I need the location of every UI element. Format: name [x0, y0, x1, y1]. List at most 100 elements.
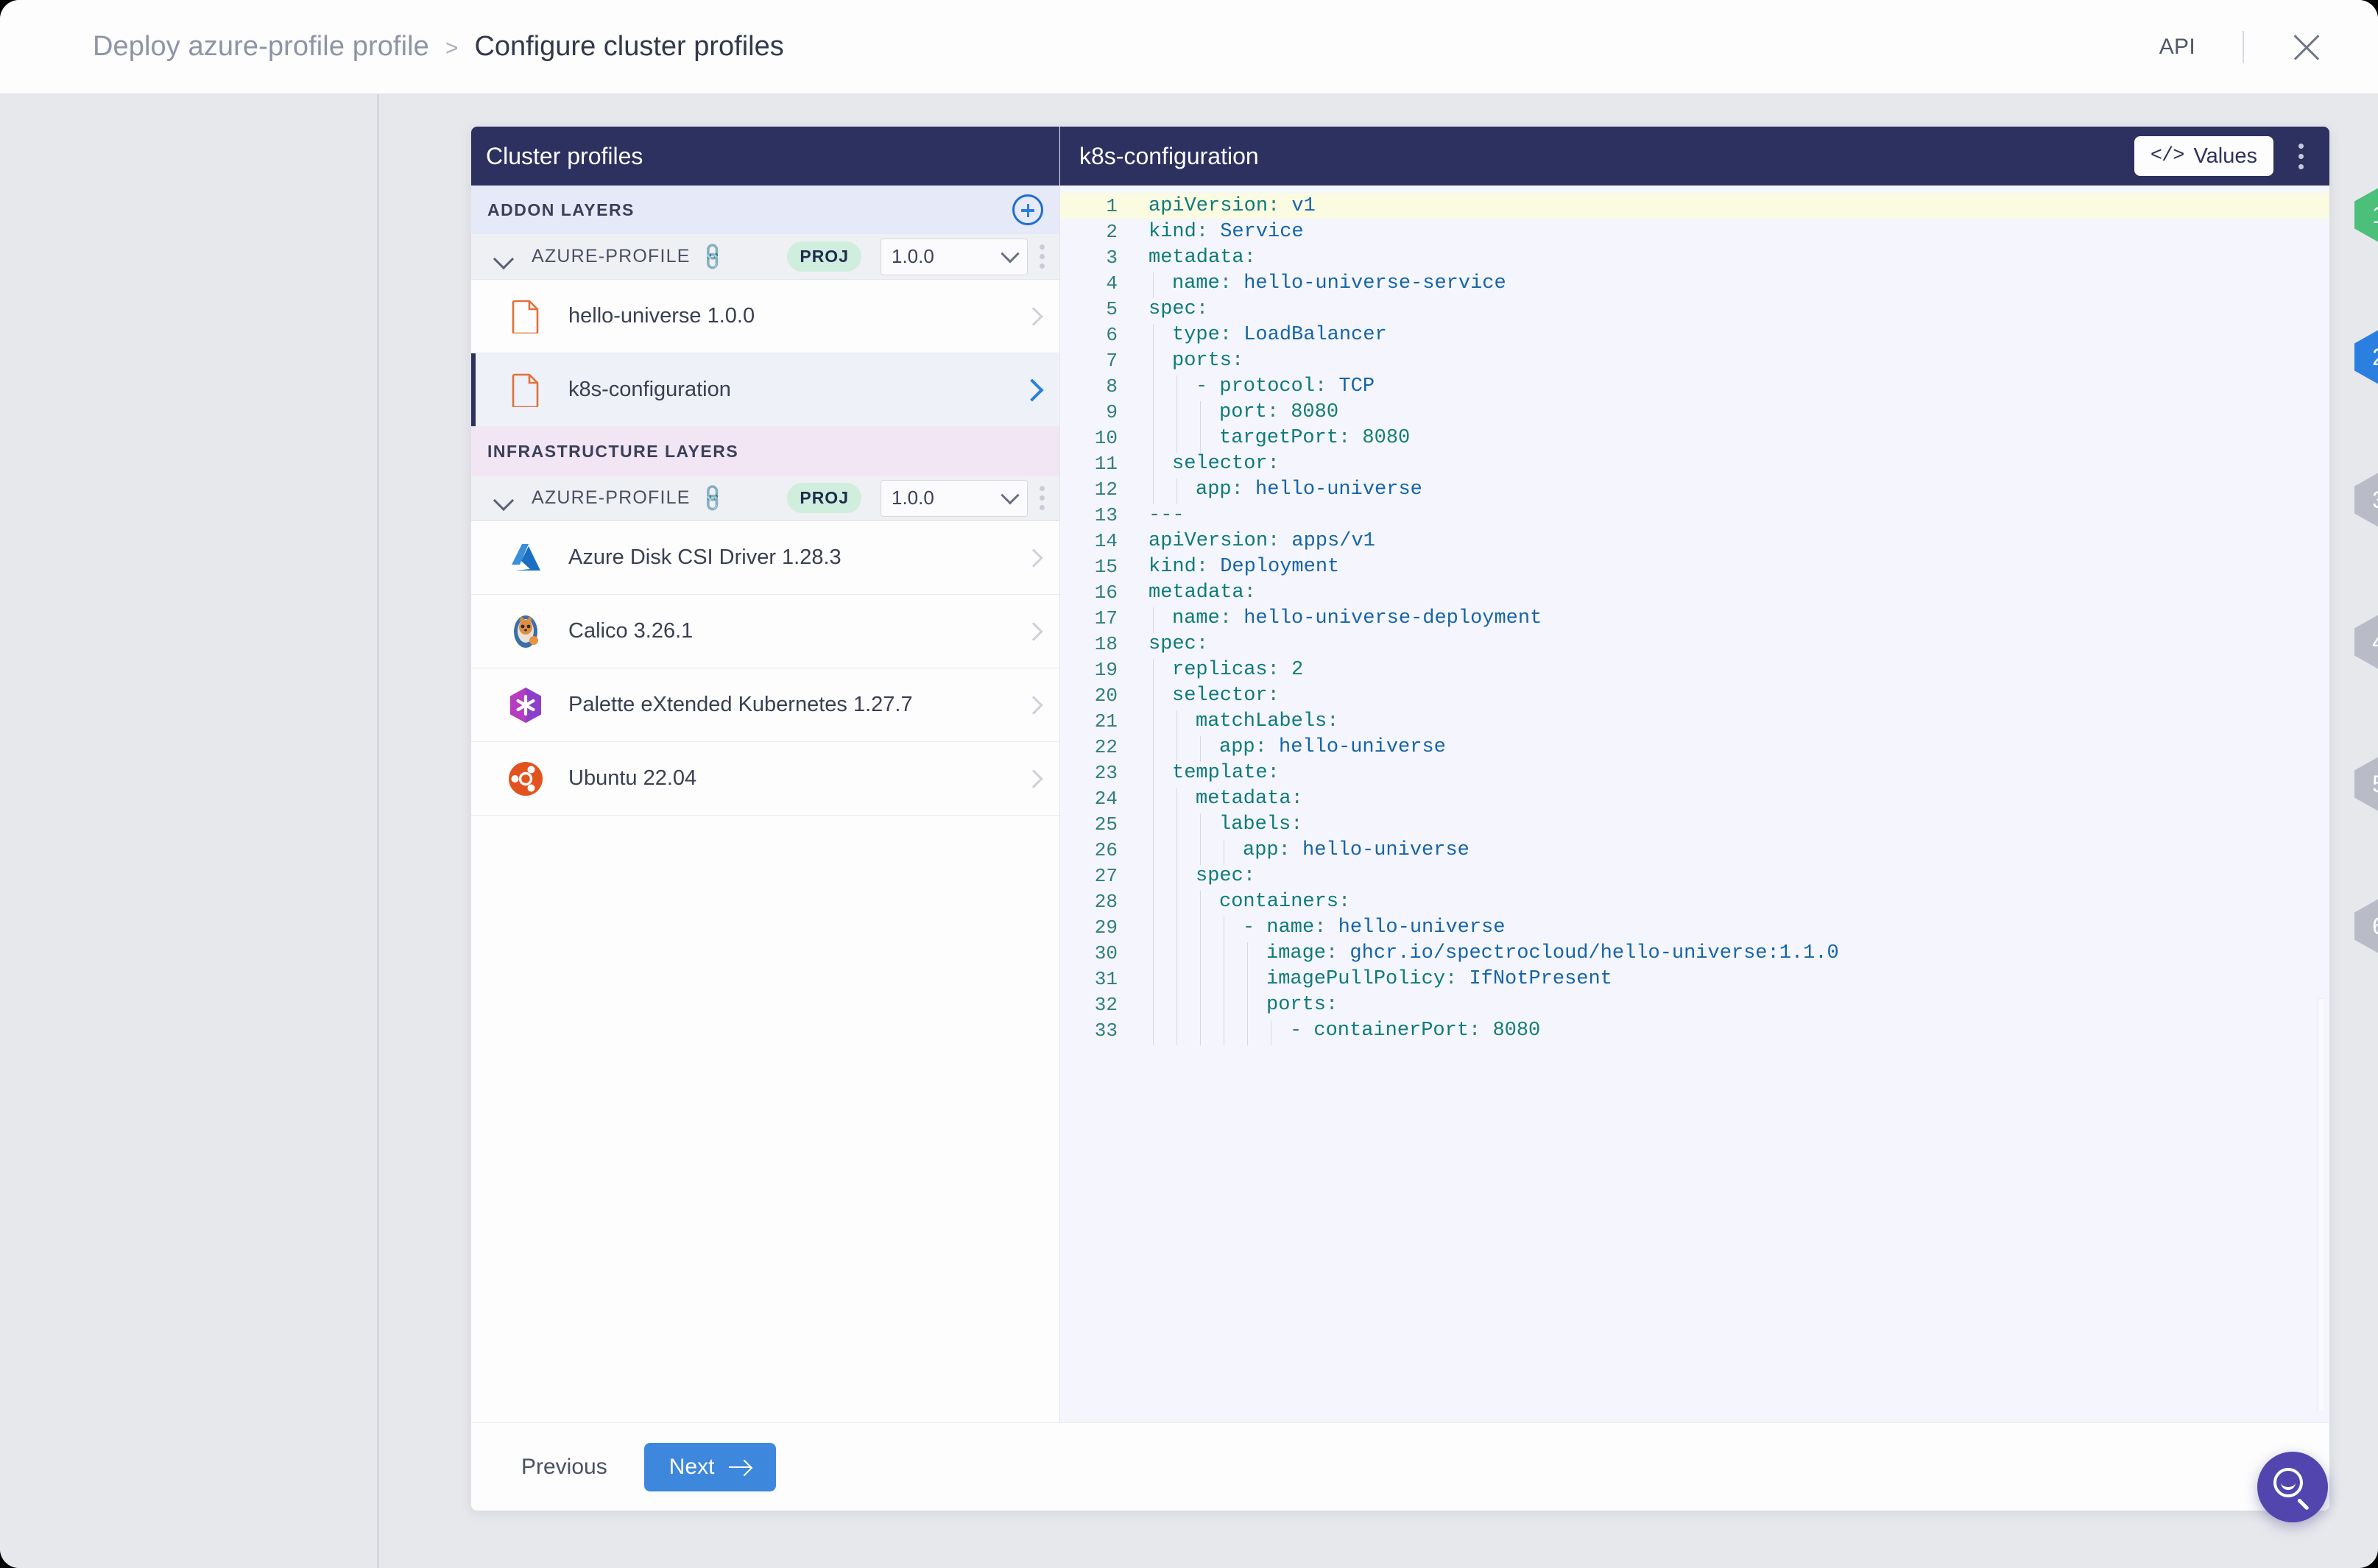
line-number: 32	[1094, 993, 1118, 1016]
wizard-rail-line	[377, 94, 379, 1568]
yaml-code-editor[interactable]: 1 apiVersion: v1 2 kind: Service 3 metadata: 4…	[1060, 186, 2329, 1422]
chevron-down-icon[interactable]	[495, 493, 512, 503]
code-line: 15 kind: Deployment	[1060, 554, 2329, 579]
code-text: - name: hello-universe	[1131, 916, 1505, 942]
wizard-step-4-badge: 4	[2354, 615, 2378, 669]
search-help-icon[interactable]	[2257, 1452, 2328, 1522]
code-line: 33 - containerPort: 8080	[1060, 1017, 2329, 1045]
addon-profile-kebab-menu-icon[interactable]	[1040, 244, 1045, 269]
code-text: ports:	[1131, 349, 1243, 375]
code-text: spec:	[1149, 297, 1209, 320]
code-line: 1 apiVersion: v1	[1060, 193, 2329, 219]
line-number: 5	[1106, 297, 1118, 320]
code-line: 11 selector:	[1060, 451, 2329, 478]
breadcrumb: Deploy azure-profile profile > Configure…	[0, 31, 784, 63]
code-text: port: 8080	[1131, 400, 1338, 427]
line-number: 31	[1094, 967, 1118, 990]
line-number: 3	[1106, 246, 1118, 269]
values-button[interactable]: </> Values	[2134, 136, 2273, 176]
wizard-step-5-badge: 5	[2354, 757, 2378, 811]
code-line: 5 spec:	[1060, 296, 2329, 322]
code-line: 9 port: 8080	[1060, 399, 2329, 427]
next-button-label: Next	[668, 1454, 715, 1479]
chevron-down-icon[interactable]	[495, 252, 512, 261]
breadcrumb-parent[interactable]: Deploy azure-profile profile	[93, 31, 429, 63]
code-text: ---	[1149, 504, 1185, 526]
line-number: 13	[1094, 504, 1118, 526]
editor-kebab-menu-icon[interactable]	[2288, 143, 2313, 169]
previous-button[interactable]: Previous	[504, 1455, 625, 1480]
line-number: 23	[1094, 761, 1118, 784]
chevron-down-icon	[1001, 244, 1020, 263]
line-number: 2	[1106, 220, 1118, 243]
plus-circle-icon[interactable]	[1012, 194, 1043, 225]
infrastructure-layer-palette-extended-kubernetes[interactable]: Palette eXtended Kubernetes 1.27.7	[471, 668, 1059, 742]
code-line: 8 - protocol: TCP	[1060, 373, 2329, 401]
api-link[interactable]: API	[2159, 35, 2195, 60]
addon-layers-label: ADDON LAYERS	[487, 199, 635, 219]
addon-profile-version-value: 1.0.0	[892, 245, 934, 267]
addon-layer-k8s-configuration[interactable]: k8s-configuration	[471, 353, 1059, 427]
infrastructure-profile-version-select[interactable]: 1.0.0	[881, 479, 1028, 517]
code-line: 23 template:	[1060, 760, 2329, 788]
code-line: 12 app: hello-universe	[1060, 476, 2329, 504]
wizard-step-1-badge: 1	[2354, 188, 2378, 242]
code-line: 6 type: LoadBalancer	[1060, 322, 2329, 350]
line-number: 4	[1106, 272, 1118, 294]
code-brackets-icon: </>	[2150, 145, 2185, 167]
addon-layers-section-header: ADDON LAYERS	[471, 186, 1059, 234]
line-number: 29	[1094, 916, 1118, 939]
code-line: 18 spec:	[1060, 631, 2329, 657]
code-text: replicas: 2	[1131, 658, 1303, 685]
values-button-label: Values	[2193, 144, 2257, 168]
infrastructure-layers-section-header: INFRASTRUCTURE LAYERS	[471, 427, 1059, 476]
code-text: name: hello-universe-deployment	[1131, 607, 1542, 633]
infrastructure-profile-version-value: 1.0.0	[892, 487, 934, 509]
card-body: Cluster profiles ADDON LAYERS AZURE-PROF…	[471, 127, 2329, 1422]
code-line: 14 apiVersion: apps/v1	[1060, 528, 2329, 554]
code-text: imagePullPolicy: IfNotPresent	[1131, 967, 1612, 994]
line-number: 19	[1094, 658, 1118, 681]
magnifier-glyph	[2272, 1466, 2313, 1511]
code-text: spec:	[1149, 632, 1209, 655]
addon-profile-row[interactable]: AZURE-PROFILE 🔗 PROJ 1.0.0	[471, 234, 1059, 280]
wizard-step-6-badge: 6	[2354, 899, 2378, 953]
code-line: 13 ---	[1060, 502, 2329, 528]
infrastructure-layer-azure-disk-csi-driver[interactable]: Azure Disk CSI Driver 1.28.3	[471, 521, 1059, 595]
line-number: 9	[1106, 400, 1118, 423]
infrastructure-layer-calico[interactable]: Calico 3.26.1	[471, 595, 1059, 668]
link-icon[interactable]: 🔗	[696, 481, 729, 515]
line-number: 30	[1094, 942, 1118, 964]
chevron-down-icon	[1001, 485, 1020, 504]
code-text: - containerPort: 8080	[1131, 1019, 1540, 1045]
infrastructure-profile-kebab-menu-icon[interactable]	[1040, 486, 1045, 510]
arrow-right-icon	[729, 1461, 752, 1474]
ubuntu-icon	[507, 761, 545, 797]
wizard-rail	[0, 94, 377, 1568]
chevron-right-icon	[1024, 621, 1043, 641]
wizard-step-3-badge: 3	[2354, 473, 2378, 527]
addon-profile-name: AZURE-PROFILE	[532, 246, 691, 266]
next-button[interactable]: Next	[643, 1442, 777, 1491]
infrastructure-profile-row[interactable]: AZURE-PROFILE 🔗 PROJ 1.0.0	[471, 476, 1059, 521]
code-line: 28 containers:	[1060, 889, 2329, 917]
infrastructure-layers-label: INFRASTRUCTURE LAYERS	[487, 441, 739, 461]
link-icon[interactable]: 🔗	[696, 240, 729, 273]
app-window: Deploy azure-profile profile > Configure…	[0, 0, 2378, 1568]
addon-layer-hello-universe[interactable]: hello-universe 1.0.0	[471, 280, 1059, 353]
code-text: matchLabels:	[1131, 710, 1338, 736]
line-number: 25	[1094, 813, 1118, 836]
close-icon[interactable]	[2290, 30, 2324, 64]
infrastructure-layer-ubuntu[interactable]: Ubuntu 22.04	[471, 742, 1059, 816]
line-number: 22	[1094, 735, 1118, 758]
line-number: 1	[1106, 194, 1118, 217]
toolbar-divider	[2243, 30, 2244, 63]
infrastructure-layer-calico-label: Calico 3.26.1	[568, 619, 694, 643]
code-text: - protocol: TCP	[1131, 375, 1375, 401]
wizard-footer: Previous Next	[471, 1422, 2329, 1511]
line-number: 10	[1094, 426, 1118, 449]
addon-profile-version-select[interactable]: 1.0.0	[881, 238, 1028, 275]
line-number: 16	[1094, 581, 1118, 604]
line-number: 7	[1106, 349, 1118, 372]
code-line: 25 labels:	[1060, 811, 2329, 839]
